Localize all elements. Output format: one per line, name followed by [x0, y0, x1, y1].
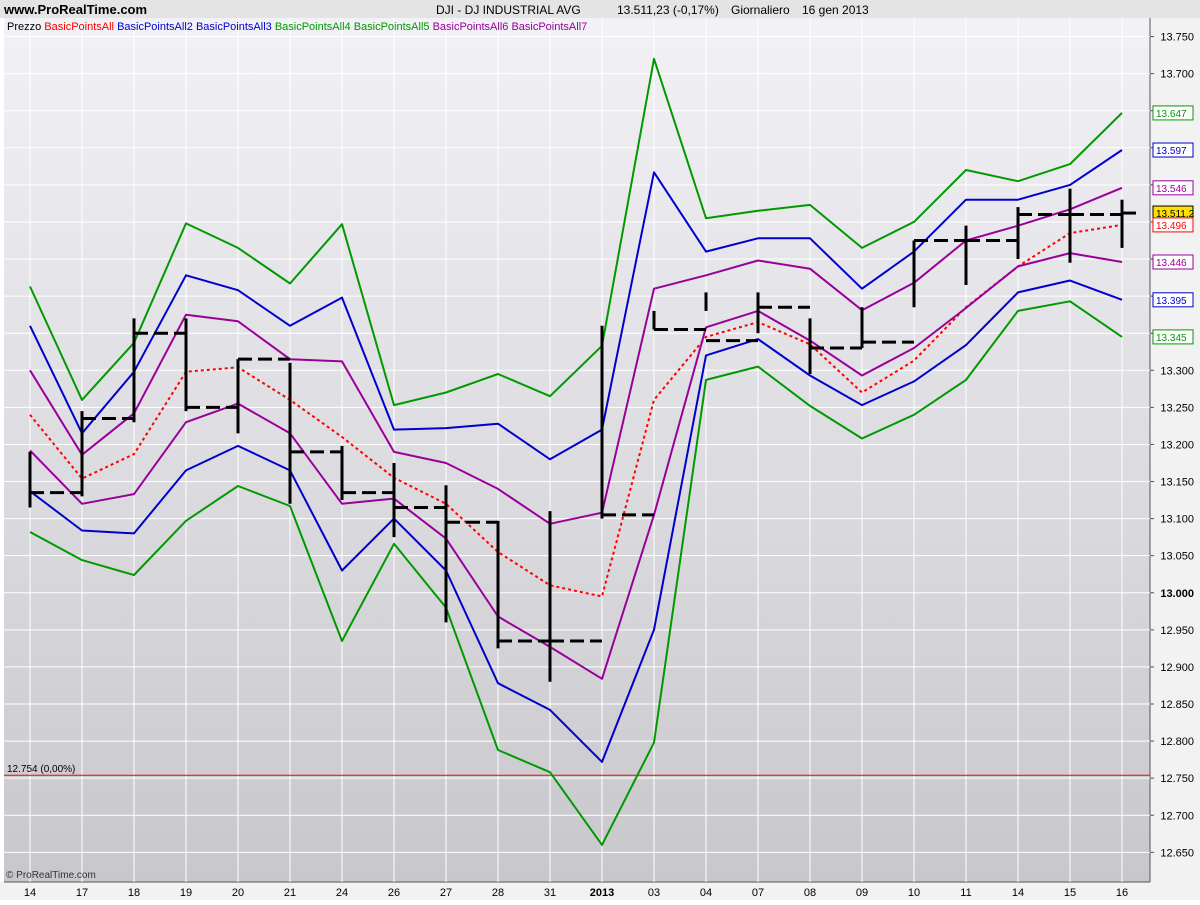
copyright: © ProRealTime.com: [6, 870, 96, 881]
y-tick-label: 12.650: [1160, 847, 1194, 859]
value-label-text: 13.395: [1156, 296, 1187, 307]
y-tick-label: 12.850: [1160, 699, 1194, 711]
y-tick-label: 12.700: [1160, 810, 1194, 822]
site-url[interactable]: www.ProRealTime.com: [3, 2, 147, 17]
value-label: 13.546: [1152, 180, 1194, 196]
x-tick-label: 31: [544, 887, 556, 899]
legend-entry: BasicPointsAll2: [114, 21, 193, 33]
x-tick-label: 21: [284, 887, 296, 899]
y-tick-label: 12.900: [1160, 662, 1194, 674]
reference-line-label: 12.754 (0,00%): [7, 764, 75, 775]
x-tick-label: 09: [856, 887, 868, 899]
legend-entry: BasicPointsAll5: [351, 21, 430, 33]
period-label: Giornaliero: [731, 3, 790, 17]
chart-date: 16 gen 2013: [802, 3, 869, 17]
x-tick-label: 24: [336, 887, 348, 899]
y-tick-label: 13.000: [1160, 588, 1194, 600]
y-tick-label: 13.250: [1160, 402, 1194, 414]
x-tick-label: 08: [804, 887, 816, 899]
y-tick-label: 13.300: [1160, 365, 1194, 377]
y-tick-label: 13.150: [1160, 477, 1194, 489]
legend-entry: BasicPointsAll6: [430, 21, 509, 33]
y-tick-label: 13.700: [1160, 69, 1194, 81]
x-tick-label: 03: [648, 887, 660, 899]
x-tick-label: 20: [232, 887, 244, 899]
legend-entry: BasicPointsAll4: [272, 21, 351, 33]
x-tick-label: 04: [700, 887, 712, 899]
legend-entry: Prezzo: [7, 21, 41, 33]
x-tick-label: 11: [960, 887, 971, 899]
last-price: 13.511,23 (-0,17%): [617, 3, 719, 17]
value-label: 13.446: [1152, 254, 1194, 270]
legend-entry: BasicPointsAll3: [193, 21, 272, 33]
y-tick-label: 13.200: [1160, 439, 1194, 451]
legend: Prezzo BasicPointsAll BasicPointsAll2 Ba…: [7, 21, 587, 33]
x-tick-label: 14: [24, 887, 36, 899]
value-label: 13.597: [1152, 142, 1194, 158]
x-tick-label: 17: [76, 887, 88, 899]
x-tick-label: 07: [752, 887, 764, 899]
value-label: 13.345: [1152, 329, 1194, 345]
x-tick-label: 2013: [590, 887, 614, 899]
value-label-text: 13.647: [1156, 109, 1187, 120]
x-tick-label: 10: [908, 887, 920, 899]
legend-entry: BasicPointsAll: [41, 21, 114, 33]
value-label-text: 13.345: [1156, 333, 1187, 344]
legend-entry: BasicPointsAll7: [508, 21, 587, 33]
value-label: 13.647: [1152, 105, 1194, 121]
y-tick-label: 13.100: [1160, 514, 1194, 526]
value-label-text: 13.597: [1156, 146, 1187, 157]
y-tick-label: 12.800: [1160, 736, 1194, 748]
chart-svg: www.ProRealTime.com DJI - DJ INDUSTRIAL …: [0, 0, 1200, 900]
y-tick-label: 13.750: [1160, 32, 1194, 44]
x-tick-label: 26: [388, 887, 400, 899]
chart: www.ProRealTime.com DJI - DJ INDUSTRIAL …: [0, 0, 1200, 900]
value-label-text: 13.546: [1156, 184, 1187, 195]
x-tick-label: 15: [1064, 887, 1076, 899]
y-tick-label: 13.050: [1160, 551, 1194, 563]
header-bar: [0, 0, 1200, 18]
x-tick-label: 14: [1012, 887, 1024, 899]
value-label: 13.395: [1152, 292, 1194, 308]
y-tick-label: 12.950: [1160, 625, 1194, 637]
value-label-text: 13.446: [1156, 258, 1187, 269]
value-label-text: 13.496: [1156, 221, 1187, 232]
x-tick-label: 16: [1116, 887, 1128, 899]
x-tick-label: 28: [492, 887, 504, 899]
x-tick-label: 19: [180, 887, 192, 899]
x-tick-label: 27: [440, 887, 452, 899]
value-label: 13.496: [1152, 217, 1194, 233]
x-tick-label: 18: [128, 887, 140, 899]
instrument-title: DJI - DJ INDUSTRIAL AVG: [436, 3, 581, 17]
y-tick-label: 12.750: [1160, 773, 1194, 785]
